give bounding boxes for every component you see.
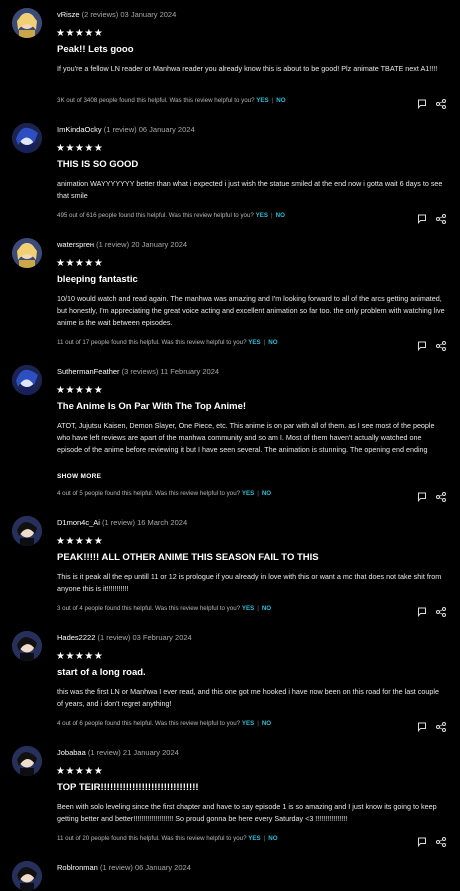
flag-icon[interactable] [417, 338, 427, 351]
review-count: (1 review) [87, 748, 121, 757]
reviewer-name[interactable]: Jobabaa [57, 748, 86, 757]
no-button[interactable]: NO [262, 490, 271, 497]
text-fade [57, 456, 447, 468]
flag-icon[interactable] [417, 96, 427, 109]
share-icon[interactable] [436, 834, 446, 847]
no-button[interactable]: NO [276, 97, 285, 104]
yes-button[interactable]: YES [256, 97, 268, 104]
helpful-text: 495 out of 616 people found this helpful… [57, 212, 254, 219]
review-body: Been with solo leveling since the first … [57, 802, 437, 823]
no-button[interactable]: NO [262, 720, 271, 727]
no-button[interactable]: NO [276, 212, 285, 219]
yes-button[interactable]: YES [256, 212, 268, 219]
review-date: 03 February 2024 [132, 633, 192, 642]
review-body: ATOT, Jujutsu Kaisen, Demon Slayer, One … [57, 421, 435, 454]
helpful-text: 3K out of 3408 people found this helpful… [57, 97, 255, 104]
star-rating: ★★★★★ [56, 258, 104, 269]
review-title: start of a long road. [57, 667, 146, 678]
yes-button[interactable]: YES [248, 339, 260, 346]
review-date: 03 January 2024 [120, 10, 177, 19]
no-button[interactable]: NO [268, 835, 277, 842]
avatar[interactable] [12, 516, 42, 546]
yes-button[interactable]: YES [242, 720, 254, 727]
share-icon[interactable] [436, 489, 446, 502]
avatar[interactable] [12, 746, 42, 776]
flag-icon[interactable] [417, 211, 427, 224]
share-icon[interactable] [436, 719, 446, 732]
yes-button[interactable]: YES [242, 605, 254, 612]
review-count: (1 review) [96, 240, 130, 249]
review-body: this was the first LN or Manhwa I ever r… [57, 687, 439, 708]
share-icon[interactable] [436, 96, 446, 109]
show-more-button[interactable]: SHOW MORE [57, 473, 101, 480]
yes-button[interactable]: YES [248, 835, 260, 842]
helpful-text: 11 out of 17 people found this helpful. … [57, 339, 247, 346]
flag-icon[interactable] [417, 604, 427, 617]
flag-icon[interactable] [417, 489, 427, 502]
avatar[interactable] [12, 238, 42, 268]
helpful-text: 3 out of 4 people found this helpful. Wa… [57, 605, 241, 612]
star-rating: ★★★★★ [56, 143, 104, 154]
no-button[interactable]: NO [268, 339, 277, 346]
helpful-text: 4 out of 6 people found this helpful. Wa… [57, 720, 241, 727]
avatar[interactable] [12, 861, 42, 891]
reviewer-name[interactable]: Roblronman [57, 863, 98, 872]
review-title: Peak!! Lets gooo [57, 44, 134, 55]
review-title: bleeping fantastic [57, 274, 138, 285]
review-title: PEAK!!!!! ALL OTHER ANIME THIS SEASON FA… [57, 552, 319, 563]
review-count: (1 review) [99, 863, 133, 872]
review-body: 10/10 would watch and read again. The ma… [57, 294, 445, 327]
reviewer-name[interactable]: vRisze [57, 10, 80, 19]
review-body: animation WAYYYYYYY better than what i e… [57, 179, 443, 200]
review-count: (2 reviews) [81, 10, 119, 19]
review-count: (1 review) [103, 125, 137, 134]
reviewer-name[interactable]: watersprен [57, 240, 94, 249]
star-rating: ★★★★★ [56, 385, 104, 396]
review-count: (3 reviews) [121, 367, 159, 376]
share-icon[interactable] [436, 211, 446, 224]
avatar[interactable] [12, 365, 42, 395]
review-count: (1 review) [97, 633, 131, 642]
helpful-text: 4 out of 5 people found this helpful. Wa… [57, 490, 241, 497]
avatar[interactable] [12, 8, 42, 38]
share-icon[interactable] [436, 338, 446, 351]
review-date: 21 January 2024 [122, 748, 179, 757]
reviewer-name[interactable]: SuthermanFeather [57, 367, 120, 376]
review-title: TOP TEIR!!!!!!!!!!!!!!!!!!!!!!!!!!!!!!! [57, 782, 199, 793]
review-title: THIS IS SO GOOD [57, 159, 139, 170]
review-body: If you're a fellow LN reader or Manhwa r… [57, 64, 438, 73]
flag-icon[interactable] [417, 719, 427, 732]
avatar[interactable] [12, 631, 42, 661]
star-rating: ★★★★★ [56, 28, 104, 39]
star-rating: ★★★★★ [56, 651, 104, 662]
review-date: 20 January 2024 [131, 240, 188, 249]
avatar[interactable] [12, 123, 42, 153]
review-date: 06 January 2024 [134, 863, 191, 872]
review-date: 06 January 2024 [138, 125, 195, 134]
reviewer-name[interactable]: ImKindaOcky [57, 125, 102, 134]
review-count: (1 review) [102, 518, 135, 527]
star-rating: ★★★★★ [56, 536, 104, 547]
review-date: 11 February 2024 [160, 367, 220, 376]
review-body: This is it peak all the ep untill 11 or … [57, 572, 442, 593]
helpful-text: 11 out of 20 people found this helpful. … [57, 835, 247, 842]
yes-button[interactable]: YES [242, 490, 254, 497]
reviewer-name[interactable]: Hades2222 [57, 633, 95, 642]
no-button[interactable]: NO [262, 605, 271, 612]
share-icon[interactable] [436, 604, 446, 617]
review-title: The Anime Is On Par With The Top Anime! [57, 401, 247, 412]
reviewer-name[interactable]: D1mon4c_Ai [57, 518, 100, 527]
review-date: 16 March 2024 [137, 518, 188, 527]
star-rating: ★★★★★ [56, 766, 104, 777]
flag-icon[interactable] [417, 834, 427, 847]
